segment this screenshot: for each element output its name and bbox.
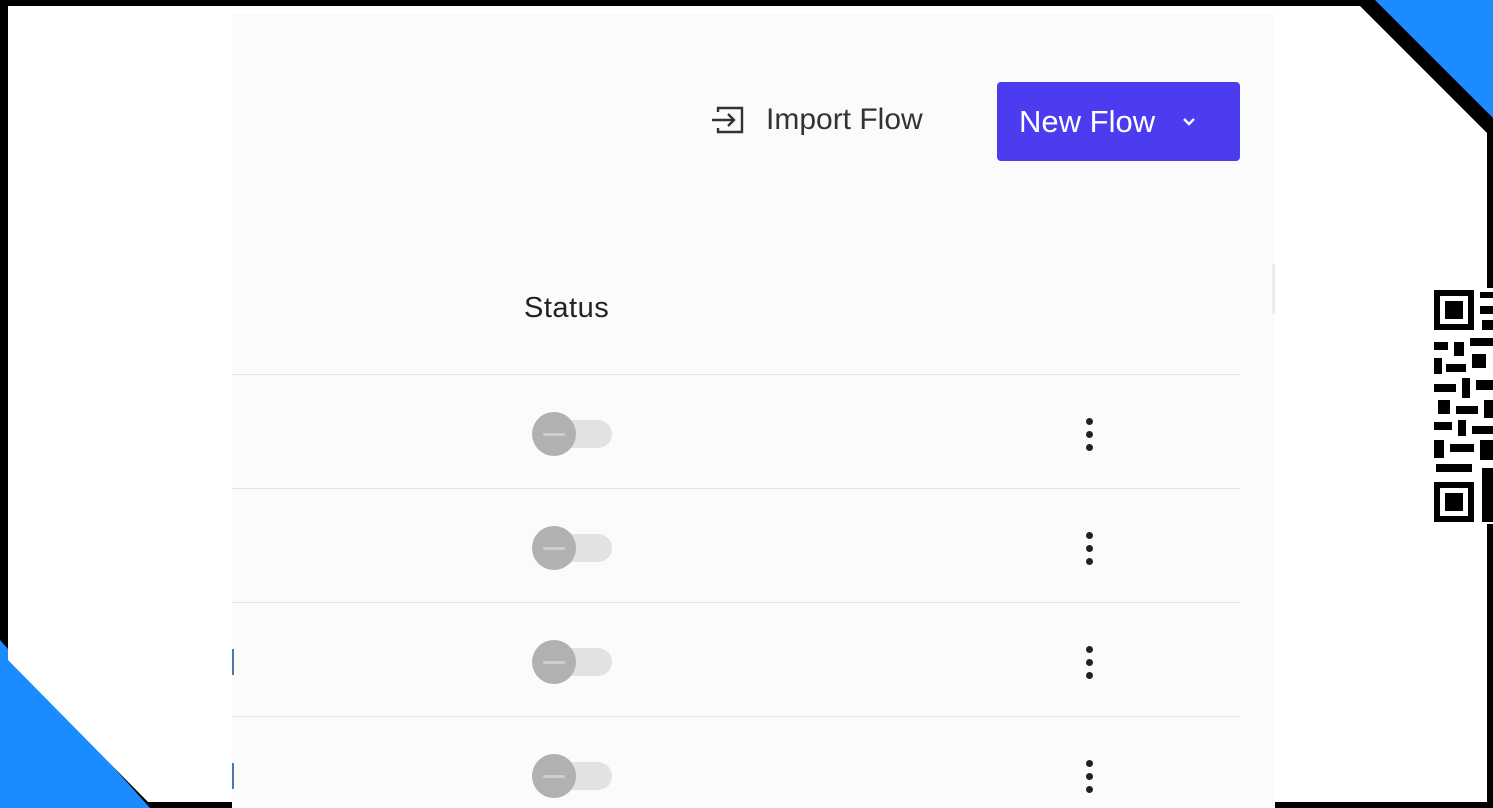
table-row bbox=[232, 375, 1275, 489]
table-row bbox=[232, 717, 1275, 808]
table-row bbox=[232, 603, 1275, 717]
more-vertical-icon[interactable] bbox=[1077, 526, 1101, 570]
status-toggle[interactable] bbox=[532, 526, 612, 570]
column-header-status: Status bbox=[524, 292, 610, 324]
more-vertical-icon[interactable] bbox=[1077, 754, 1101, 798]
import-icon bbox=[710, 106, 744, 134]
panel-edge bbox=[1272, 264, 1275, 314]
status-toggle[interactable] bbox=[532, 754, 612, 798]
toggle-knob bbox=[532, 412, 576, 456]
status-toggle[interactable] bbox=[532, 412, 612, 456]
more-vertical-icon[interactable] bbox=[1077, 640, 1101, 684]
toggle-knob bbox=[532, 754, 576, 798]
new-flow-label: New Flow bbox=[1019, 103, 1156, 139]
more-vertical-icon[interactable] bbox=[1077, 412, 1101, 456]
import-flow-label: Import Flow bbox=[766, 103, 923, 136]
new-flow-button[interactable]: New Flow bbox=[997, 82, 1240, 161]
table-row bbox=[232, 489, 1275, 603]
qr-code-icon bbox=[1432, 288, 1493, 524]
import-flow-button[interactable]: Import Flow bbox=[710, 90, 923, 150]
toggle-knob bbox=[532, 526, 576, 570]
row-selection-marker bbox=[232, 649, 234, 675]
chevron-down-icon bbox=[1181, 117, 1197, 127]
toggle-knob bbox=[532, 640, 576, 684]
app-screen: Import Flow New Flow Status bbox=[232, 14, 1275, 808]
row-selection-marker bbox=[232, 763, 234, 789]
status-toggle[interactable] bbox=[532, 640, 612, 684]
